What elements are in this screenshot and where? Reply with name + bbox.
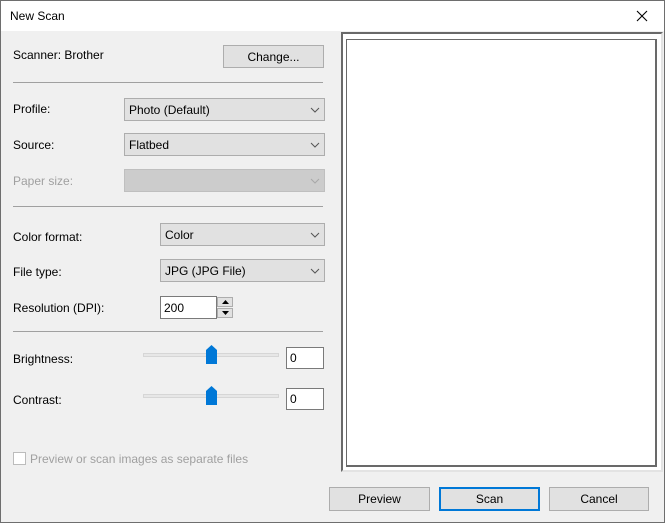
resolution-value: 200 (164, 300, 185, 315)
color-format-label: Color format: (13, 230, 83, 244)
contrast-value: 0 (290, 392, 297, 406)
scanner-label: Scanner: Brother (13, 48, 104, 62)
brightness-input[interactable]: 0 (286, 347, 324, 369)
arrow-down-icon (221, 311, 229, 315)
new-scan-dialog: New Scan Scanner: Brother Change... Prof… (0, 0, 665, 523)
color-format-value: Color (165, 227, 194, 242)
separate-files-checkbox[interactable] (13, 452, 26, 465)
separator (13, 82, 323, 83)
change-scanner-button[interactable]: Change... (223, 45, 324, 68)
cancel-button[interactable]: Cancel (549, 487, 649, 511)
close-button[interactable] (619, 1, 664, 31)
chevron-down-icon (306, 268, 324, 274)
brightness-label: Brightness: (13, 352, 74, 366)
separator (13, 331, 323, 332)
separator (13, 206, 323, 207)
file-type-value: JPG (JPG File) (165, 263, 246, 278)
contrast-label: Contrast: (13, 393, 62, 407)
preview-pane (341, 32, 663, 472)
color-format-dropdown[interactable]: Color (160, 223, 325, 246)
source-label: Source: (13, 138, 55, 152)
resolution-spinner (217, 297, 233, 319)
chevron-down-icon (306, 232, 324, 238)
scan-button[interactable]: Scan (439, 487, 540, 511)
chevron-down-icon (306, 178, 324, 184)
profile-label: Profile: (13, 102, 51, 116)
file-type-dropdown[interactable]: JPG (JPG File) (160, 259, 325, 282)
file-type-label: File type: (13, 265, 62, 279)
title-bar: New Scan (1, 1, 664, 31)
window-title: New Scan (10, 9, 65, 23)
contrast-slider-thumb[interactable] (205, 386, 217, 405)
close-icon (636, 10, 647, 22)
brightness-value: 0 (290, 351, 297, 365)
preview-button[interactable]: Preview (329, 487, 430, 511)
source-value: Flatbed (129, 137, 170, 152)
contrast-input[interactable]: 0 (286, 388, 324, 410)
paper-size-dropdown (124, 169, 325, 192)
spin-up-button[interactable] (217, 297, 233, 307)
resolution-label: Resolution (DPI): (13, 301, 105, 315)
paper-size-label: Paper size: (13, 174, 74, 188)
chevron-down-icon (306, 142, 324, 148)
preview-area (346, 39, 657, 467)
resolution-input[interactable]: 200 (160, 296, 217, 319)
spin-down-button[interactable] (217, 308, 233, 318)
arrow-up-icon (221, 300, 229, 304)
brightness-slider-thumb[interactable] (205, 345, 217, 364)
separate-files-label: Preview or scan images as separate files (30, 452, 249, 466)
profile-dropdown[interactable]: Photo (Default) (124, 98, 325, 121)
source-dropdown[interactable]: Flatbed (124, 133, 325, 156)
profile-value: Photo (Default) (129, 102, 210, 117)
chevron-down-icon (306, 107, 324, 113)
